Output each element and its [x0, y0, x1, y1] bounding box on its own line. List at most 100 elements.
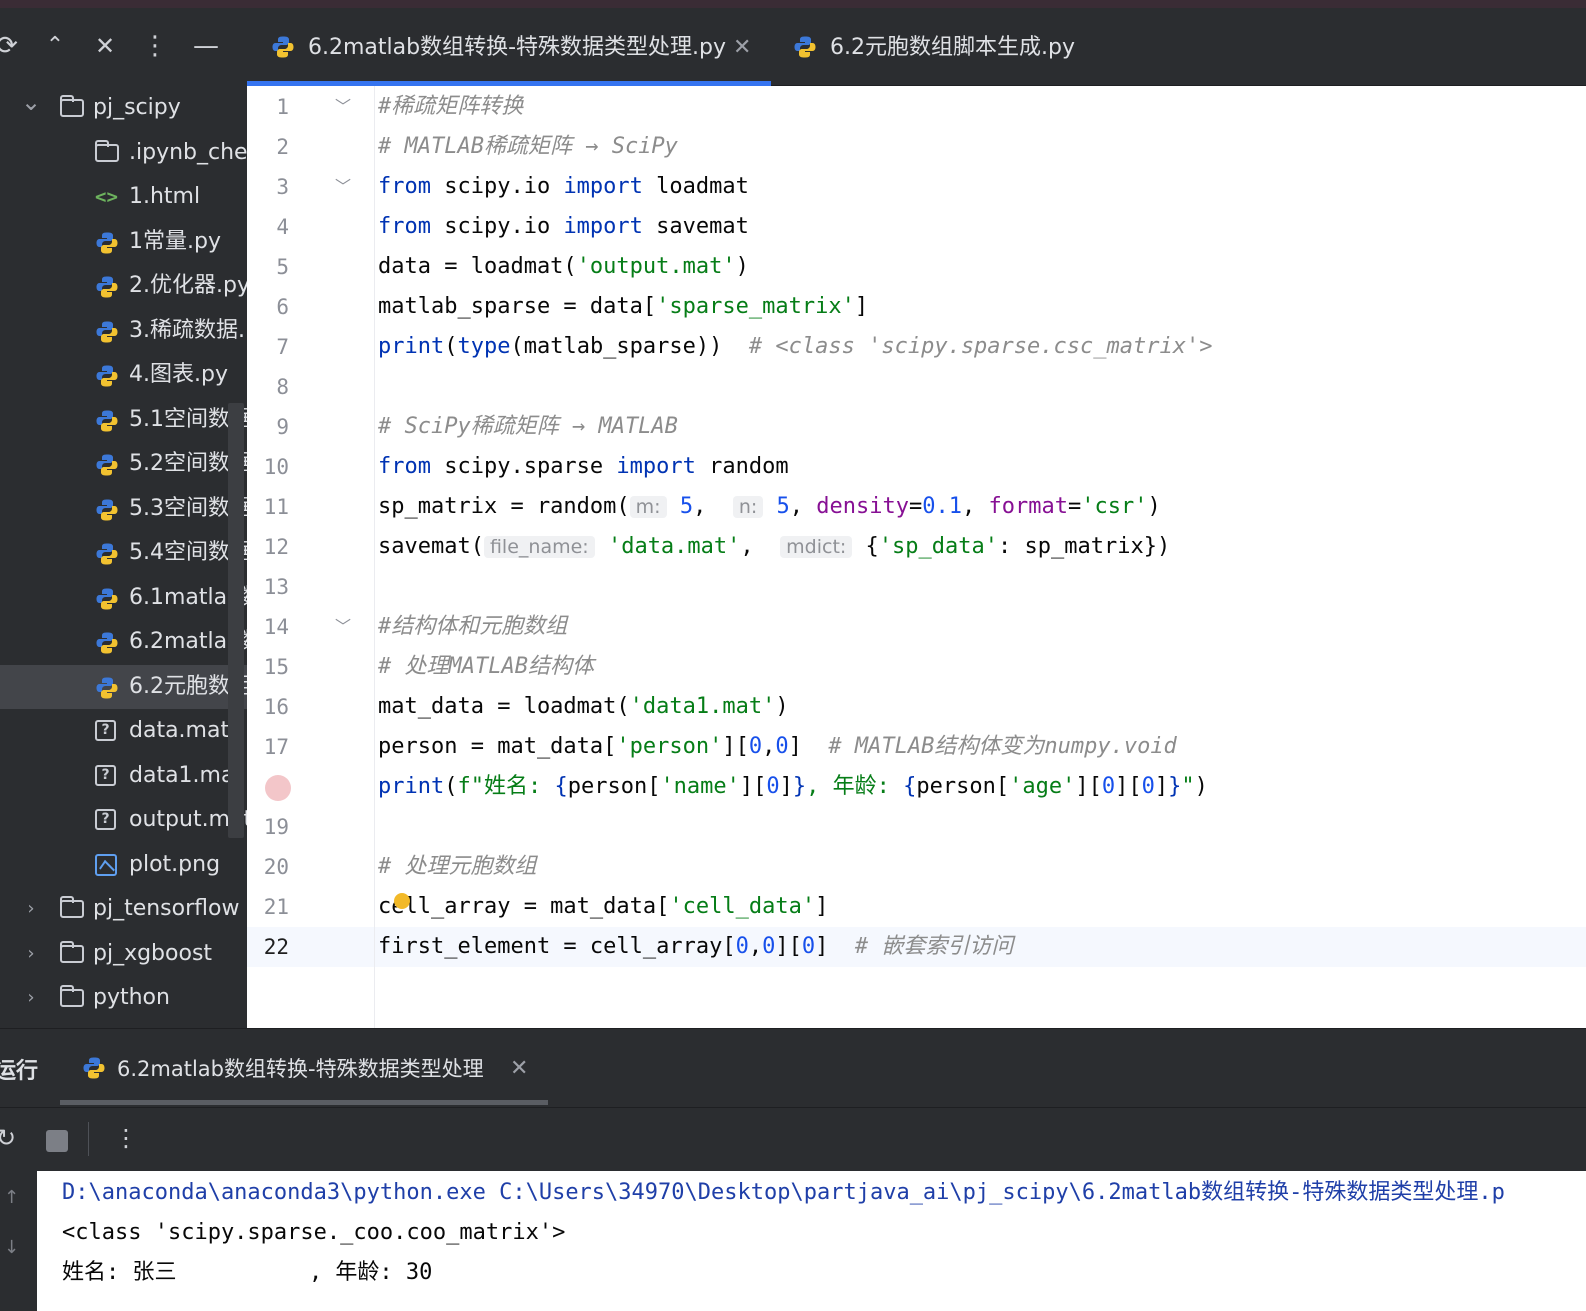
line-number: 15 [263, 655, 289, 679]
tree-item[interactable]: 4.图表.py [0, 353, 247, 397]
tree-item-label: plot.png [129, 851, 221, 877]
tab-active-file[interactable]: 6.2matlab数组转换-特殊数据类型处理.py ✕ [247, 8, 771, 86]
toolbar-divider [88, 1122, 89, 1156]
tree-item[interactable]: 5.1空间数据 [0, 398, 247, 442]
tree-item[interactable]: › pj_tensorflow [0, 887, 247, 931]
tree-item[interactable]: 5.2空间数据 [0, 442, 247, 486]
tree-item[interactable]: .ipynb_chec [0, 131, 247, 175]
fold-icon[interactable]: ﹀ [335, 607, 351, 647]
code-line: 20 # 处理元胞数组 [247, 847, 1586, 887]
more-icon[interactable]: ⋮ [114, 1124, 138, 1152]
tree-item[interactable]: 1常量.py [0, 220, 247, 264]
code-text: print(f"姓名: {person['name'][0]}, 年龄: {pe… [378, 774, 1208, 799]
project-sidebar: ⟳ ⌃ ✕ ⋮ — ⌄ pj_scipy .ipynb_chec <> 1.html 1常… [0, 8, 247, 1033]
line-number: 21 [263, 895, 289, 919]
tree-item[interactable]: plot.png [0, 843, 247, 887]
fold-icon[interactable]: ﹀ [335, 87, 351, 127]
line-number: 2 [276, 135, 289, 159]
code-text: matlab_sparse = data['sparse_matrix'] [378, 294, 869, 319]
html-file-icon: <> [95, 186, 118, 208]
code-line: 14 ﹀ #结构体和元胞数组 [247, 607, 1586, 647]
tree-item[interactable]: 6.2元胞数组 [0, 664, 247, 709]
line-number: 7 [276, 335, 289, 359]
python-file-icon [794, 36, 816, 58]
more-icon[interactable]: ⋮ [140, 26, 170, 66]
python-file-icon [96, 632, 118, 654]
sync-icon[interactable]: ⟳ [0, 26, 22, 66]
code-text: from scipy.sparse import random [378, 454, 789, 479]
python-file-icon [96, 365, 118, 387]
tab-label: 6.2元胞数组脚本生成.py [830, 35, 1075, 60]
python-file-icon [96, 543, 118, 565]
tree-item[interactable]: 3.稀疏数据.p [0, 309, 247, 353]
chevron-down-icon[interactable]: ⌄ [18, 80, 44, 124]
line-number: 16 [263, 695, 289, 719]
stop-icon[interactable] [46, 1130, 68, 1152]
run-tab-close-icon[interactable]: ✕ [510, 1029, 528, 1109]
hide-icon[interactable]: — [191, 26, 221, 66]
expand-all-icon[interactable]: ⌃ [40, 26, 70, 66]
tab-label: 6.2matlab数组转换-特殊数据类型处理.py [308, 35, 727, 60]
sidebar-scrollbar[interactable] [228, 403, 244, 838]
code-text: print(type(matlab_sparse)) # <class 'sci… [378, 334, 1213, 359]
console-line: <class 'scipy.sparse._coo.coo_matrix'> [62, 1220, 566, 1245]
intention-bulb-icon[interactable] [394, 893, 410, 909]
line-number: 4 [276, 215, 289, 239]
line-number: 5 [276, 255, 289, 279]
scroll-down-icon[interactable]: ↓ [4, 1237, 19, 1258]
tree-item[interactable]: › python [0, 976, 247, 1020]
run-panel: 运行 6.2matlab数组转换-特殊数据类型处理 ✕ ↻ ⋮ ↑ ↓ D:\a… [0, 1028, 1586, 1311]
gutter-separator [374, 86, 375, 1028]
code-line: 3 ﹀ from scipy.io import loadmat [247, 167, 1586, 207]
code-text: cell_array = mat_data['cell_data'] [378, 894, 829, 919]
line-number: 17 [263, 735, 289, 759]
collapse-all-icon[interactable]: ✕ [90, 26, 120, 66]
code-line: 13 [247, 567, 1586, 607]
tree-item[interactable]: 2.优化器.py [0, 264, 247, 308]
tree-item[interactable]: ? data.mat [0, 709, 247, 753]
tree-item[interactable]: ? output.mat [0, 798, 247, 842]
line-number: 19 [263, 815, 289, 839]
code-line: 6 matlab_sparse = data['sparse_matrix'] [247, 287, 1586, 327]
tree-item[interactable]: ? data1.mat [0, 754, 247, 798]
tree-item[interactable]: 5.3空间数据 [0, 487, 247, 531]
code-text: data = loadmat('output.mat') [378, 254, 749, 279]
tab-second-file[interactable]: 6.2元胞数组脚本生成.py [771, 8, 1091, 86]
code-line-current: 22 first_element = cell_array[0,0][0] # 嵌… [247, 927, 1586, 967]
folder-icon [60, 940, 84, 963]
rerun-icon[interactable]: ↻ [0, 1124, 16, 1152]
tree-item-label: pj_xgboost [93, 940, 213, 966]
line-number: 20 [263, 855, 289, 879]
code-text: person = mat_data['person'][0,0] # MATLA… [378, 734, 1177, 759]
tab-close-icon[interactable]: ✕ [733, 8, 751, 88]
code-line: 17 person = mat_data['person'][0,0] # MAT… [247, 727, 1586, 767]
code-editor[interactable]: 1 ﹀ #稀疏矩阵转换 2 # MATLAB稀疏矩阵 → SciPy 3 ﹀ from s… [247, 86, 1586, 1028]
scroll-up-icon[interactable]: ↑ [4, 1187, 19, 1208]
tree-item[interactable]: 5.4空间数据 [0, 531, 247, 575]
code-text: # 处理元胞数组 [378, 854, 537, 879]
tree-item-label: pj_scipy [93, 95, 181, 120]
tree-item[interactable]: <> 1.html [0, 175, 247, 219]
folder-icon [60, 985, 84, 1007]
breakpoint-icon[interactable] [265, 775, 291, 801]
code-text: from scipy.io import savemat [378, 214, 749, 239]
code-text: first_element = cell_array[0,0][0] # 嵌套索… [378, 934, 1014, 959]
tree-item[interactable]: 6.2matlab数 [0, 620, 247, 664]
code-line: 12 savemat(file_name: 'data.mat', mdict: … [247, 527, 1586, 567]
tree-item[interactable]: ⌄ pj_scipy [0, 86, 247, 130]
tree-item-label: .ipynb_chec [129, 139, 247, 165]
chevron-right-icon[interactable]: › [18, 887, 44, 931]
python-file-icon [96, 677, 118, 698]
chevron-right-icon[interactable]: › [18, 976, 44, 1020]
tree-item[interactable]: › pj_xgboost [0, 932, 247, 976]
editor-tabbar: 6.2matlab数组转换-特殊数据类型处理.py ✕ 6.2元胞数组脚本生成.… [247, 8, 1586, 86]
fold-icon[interactable]: ﹀ [335, 167, 351, 207]
console-output[interactable]: D:\anaconda\anaconda3\python.exe C:\User… [37, 1171, 1586, 1311]
line-number: 12 [263, 535, 289, 559]
python-file-icon [96, 499, 118, 520]
python-file-icon [96, 454, 118, 476]
line-number: 11 [263, 495, 289, 519]
run-config-tab[interactable]: 6.2matlab数组转换-特殊数据类型处理 ✕ [60, 1029, 548, 1105]
chevron-right-icon[interactable]: › [18, 932, 44, 976]
tree-item[interactable]: 6.1matlab数 [0, 576, 247, 620]
